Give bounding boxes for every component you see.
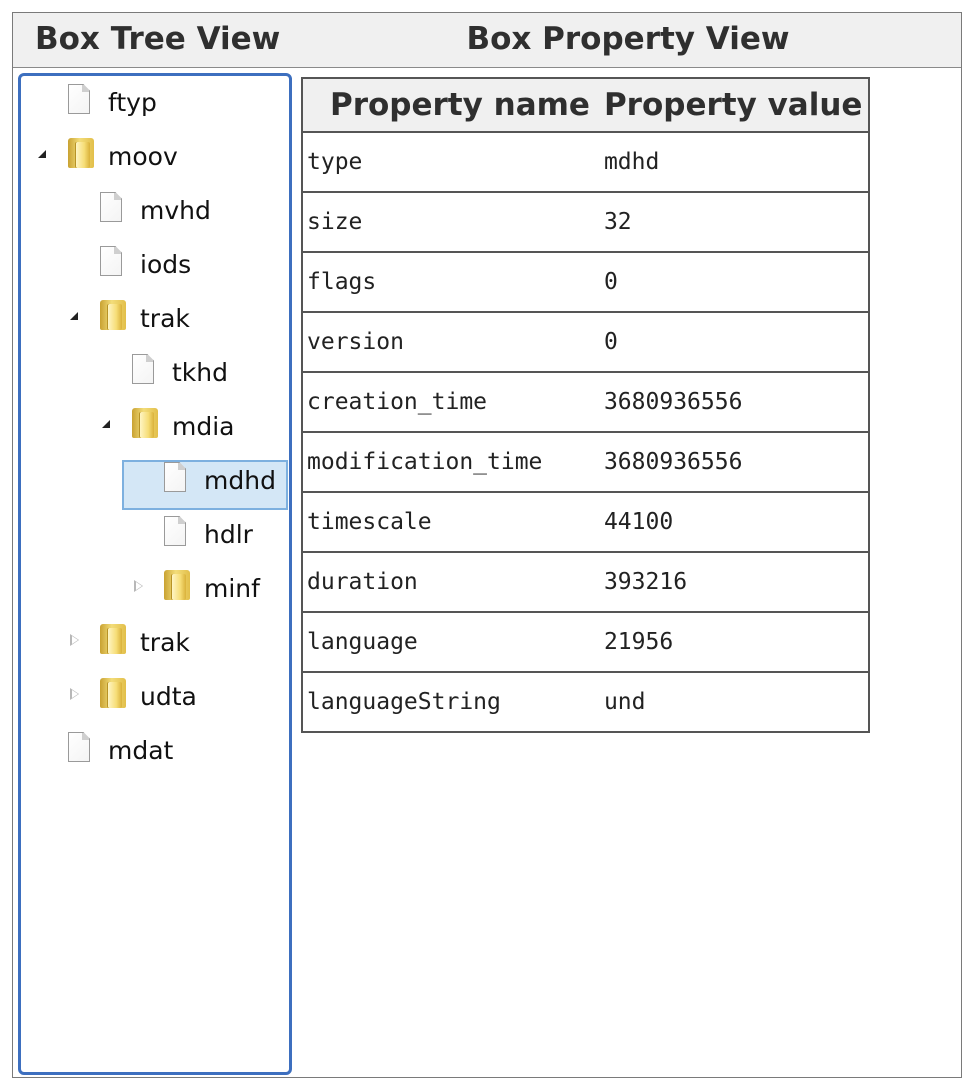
tree-node-label: udta [140, 682, 197, 711]
file-icon [68, 732, 90, 762]
expand-arrow-icon[interactable] [70, 634, 79, 646]
property-name-cell: type [302, 131, 596, 192]
file-icon [132, 354, 154, 384]
property-value-cell: 3680936556 [595, 431, 870, 492]
folder-icon [100, 624, 128, 654]
property-name-cell: creation_time [302, 371, 596, 432]
property-name-cell: timescale [302, 491, 596, 552]
tree-node-udta[interactable]: udta [21, 678, 281, 716]
mp4-box-viewer: Box Tree View Box Property View ftyp moov… [12, 12, 962, 1078]
file-icon [164, 516, 186, 546]
folder-icon [68, 138, 96, 168]
property-value-cell: 44100 [595, 491, 870, 552]
tree-node-minf[interactable]: minf [21, 570, 281, 608]
property-name-cell: version [302, 311, 596, 372]
property-name-cell: duration [302, 551, 596, 612]
property-row: timescale 44100 [302, 491, 870, 552]
folder-icon [100, 678, 128, 708]
tree-node-label: hdlr [204, 520, 253, 549]
property-table: Property name Property value type mdhd siz… [301, 77, 871, 733]
property-value-cell: mdhd [595, 131, 870, 192]
tree-node-moov[interactable]: moov [21, 138, 281, 176]
property-value-cell: 0 [595, 251, 870, 312]
tree-node-trak[interactable]: trak [21, 624, 281, 662]
property-value-cell: 0 [595, 311, 870, 372]
box-property-view-heading: Box Property View [466, 21, 790, 57]
tree-node-label: moov [108, 142, 178, 171]
property-row: version 0 [302, 311, 870, 372]
property-value-cell: 21956 [595, 611, 870, 672]
property-row: flags 0 [302, 251, 870, 312]
tree-node-mdhd[interactable]: mdhd [21, 462, 281, 500]
property-row: language 21956 [302, 611, 870, 672]
property-row: languageString und [302, 671, 870, 732]
tree-node-label: mvhd [140, 196, 211, 225]
folder-icon [100, 300, 128, 330]
property-name-cell: modification_time [302, 431, 596, 492]
property-row: type mdhd [302, 131, 870, 192]
file-icon [100, 192, 122, 222]
property-row: duration 393216 [302, 551, 870, 612]
tree-node-label: trak [140, 628, 190, 657]
property-name-cell: size [302, 191, 596, 252]
tree-node-label: iods [140, 250, 192, 279]
expand-arrow-icon[interactable] [70, 688, 79, 700]
collapse-arrow-icon[interactable] [102, 420, 110, 428]
file-icon [100, 246, 122, 276]
expand-arrow-icon[interactable] [134, 580, 143, 592]
property-value-cell: und [595, 671, 870, 732]
property-value-cell: 393216 [595, 551, 870, 612]
tree-node-mdia[interactable]: mdia [21, 408, 281, 446]
column-header-property-name[interactable]: Property name [302, 78, 596, 133]
tree-node-label: minf [204, 574, 260, 603]
box-tree[interactable]: ftyp moov mvhd iods trak tkhd mdia mdhd hdlr minf… [18, 73, 292, 1075]
file-icon [164, 462, 186, 492]
folder-icon [164, 570, 192, 600]
tree-node-iods[interactable]: iods [21, 246, 281, 284]
property-name-cell: flags [302, 251, 596, 312]
file-icon [68, 84, 90, 114]
tree-node-mvhd[interactable]: mvhd [21, 192, 281, 230]
tree-node-ftyp[interactable]: ftyp [21, 84, 281, 122]
tree-node-trak[interactable]: trak [21, 300, 281, 338]
column-header-property-value[interactable]: Property value [595, 78, 870, 133]
header-row: Box Tree View Box Property View [13, 13, 961, 68]
tree-node-label: mdhd [204, 466, 276, 495]
tree-node-hdlr[interactable]: hdlr [21, 516, 281, 554]
property-row: size 32 [302, 191, 870, 252]
property-row: creation_time 3680936556 [302, 371, 870, 432]
property-value-cell: 32 [595, 191, 870, 252]
collapse-arrow-icon[interactable] [70, 312, 78, 320]
tree-node-label: mdat [108, 736, 174, 765]
property-row: modification_time 3680936556 [302, 431, 870, 492]
tree-node-label: ftyp [108, 88, 157, 117]
tree-node-label: trak [140, 304, 190, 333]
property-name-cell: language [302, 611, 596, 672]
property-value-cell: 3680936556 [595, 371, 870, 432]
tree-node-label: tkhd [172, 358, 228, 387]
tree-node-tkhd[interactable]: tkhd [21, 354, 281, 392]
collapse-arrow-icon[interactable] [38, 150, 46, 158]
property-name-cell: languageString [302, 671, 596, 732]
folder-icon [132, 408, 160, 438]
tree-node-mdat[interactable]: mdat [21, 732, 281, 770]
tree-node-label: mdia [172, 412, 235, 441]
property-table-header: Property name Property value [302, 78, 870, 133]
